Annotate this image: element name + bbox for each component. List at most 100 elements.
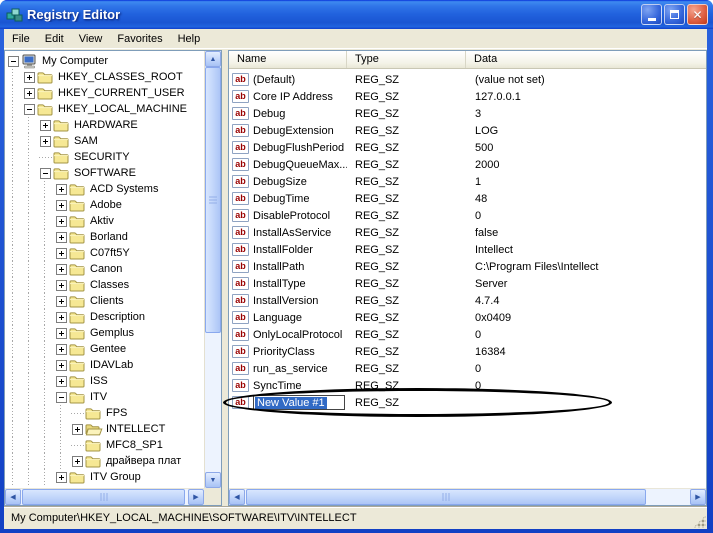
collapse-minus-icon[interactable] [23,103,35,115]
tree-item-description[interactable]: Description [5,309,204,325]
tree-item-sam[interactable]: SAM [5,133,204,149]
expand-plus-icon[interactable] [55,183,67,195]
tree-item-software[interactable]: SOFTWARE [5,165,204,181]
scroll-up-button[interactable]: ▲ [205,51,221,67]
close-button[interactable]: ✕ [687,4,708,25]
registry-value-row[interactable]: ab InstallFolder REG_SZ Intellect [229,241,706,258]
menu-item-help[interactable]: Help [171,30,209,48]
scroll-left-button[interactable]: ◀ [5,489,21,505]
expand-plus-icon[interactable] [23,87,35,99]
registry-value-row[interactable]: ab SyncTime REG_SZ 0 [229,377,706,394]
registry-value-row[interactable]: ab InstallPath REG_SZ C:\Program Files\Inte… [229,258,706,275]
column-header-type[interactable]: Type [347,51,466,68]
registry-value-row[interactable]: ab DebugSize REG_SZ 1 [229,173,706,190]
collapse-minus-icon[interactable] [55,391,67,403]
expand-plus-icon[interactable] [23,71,35,83]
tree-item-hardware[interactable]: HARDWARE [5,117,204,133]
expand-plus-icon[interactable] [55,215,67,227]
tree-item-aktiv[interactable]: Aktiv [5,213,204,229]
expand-plus-icon[interactable] [55,375,67,387]
scroll-down-button[interactable]: ▼ [205,472,221,488]
tree-item-canon[interactable]: Canon [5,261,204,277]
scroll-track[interactable] [205,67,221,472]
registry-value-row[interactable]: ab Debug REG_SZ 3 [229,105,706,122]
titlebar[interactable]: Registry Editor ✕ [0,0,713,29]
scroll-right-button[interactable]: ▶ [188,489,204,505]
registry-value-row[interactable]: ab New Value #1 REG_SZ [229,394,706,411]
expand-plus-icon[interactable] [55,471,67,483]
registry-value-row[interactable]: ab DebugExtension REG_SZ LOG [229,122,706,139]
tree-item-clients[interactable]: Clients [5,293,204,309]
registry-value-row[interactable]: ab DebugTime REG_SZ 48 [229,190,706,207]
expand-plus-icon[interactable] [55,359,67,371]
tree-item-security[interactable]: SECURITY [5,149,204,165]
registry-value-row[interactable]: ab Core IP Address REG_SZ 127.0.0.1 [229,88,706,105]
expand-plus-icon[interactable] [39,119,51,131]
scroll-thumb[interactable] [22,489,185,505]
tree-item-borland[interactable]: Borland [5,229,204,245]
expand-plus-icon[interactable] [55,199,67,211]
tree-item-c07ft5y[interactable]: C07ft5Y [5,245,204,261]
expand-plus-icon[interactable] [55,343,67,355]
expand-plus-icon[interactable] [55,231,67,243]
expand-plus-icon[interactable] [39,135,51,147]
expand-plus-icon[interactable] [55,263,67,275]
scroll-thumb[interactable] [246,489,646,505]
tree-item-hkey-local-machine[interactable]: HKEY_LOCAL_MACHINE [5,101,204,117]
tree-item-itv-group[interactable]: ITV Group [5,469,204,485]
registry-value-row[interactable]: ab PriorityClass REG_SZ 16384 [229,343,706,360]
registry-value-row[interactable]: ab InstallAsService REG_SZ false [229,224,706,241]
registry-value-row[interactable]: ab DebugFlushPeriod REG_SZ 500 [229,139,706,156]
tree-item-intellect[interactable]: INTELLECT [5,421,204,437]
rename-edit-box[interactable]: New Value #1 [253,395,345,410]
tree-item-mfc8-sp1[interactable]: MFC8_SP1 [5,437,204,453]
tree-item-my-computer[interactable]: My Computer [5,53,204,69]
minimize-button[interactable] [641,4,662,25]
scroll-track[interactable] [21,489,188,505]
column-header-name[interactable]: Name [229,51,347,68]
menu-item-edit[interactable]: Edit [38,30,72,48]
expand-plus-icon[interactable] [55,295,67,307]
tree-item-classes[interactable]: Classes [5,277,204,293]
tree-item-hkey-current-user[interactable]: HKEY_CURRENT_USER [5,85,204,101]
registry-value-row[interactable]: ab DebugQueueMax... REG_SZ 2000 [229,156,706,173]
registry-value-row[interactable]: ab InstallVersion REG_SZ 4.7.4 [229,292,706,309]
tree-item-iss[interactable]: ISS [5,373,204,389]
expand-plus-icon[interactable] [55,247,67,259]
tree-vertical-scrollbar[interactable]: ▲ ▼ [204,51,221,488]
tree-item-itv[interactable]: ITV [5,389,204,405]
registry-value-row[interactable]: ab (Default) REG_SZ (value not set) [229,71,706,88]
registry-value-row[interactable]: ab Language REG_SZ 0x0409 [229,309,706,326]
expand-plus-icon[interactable] [55,311,67,323]
tree-item-gentee[interactable]: Gentee [5,341,204,357]
tree-item-idavlab[interactable]: IDAVLab [5,357,204,373]
expand-plus-icon[interactable] [71,455,83,467]
collapse-minus-icon[interactable] [39,167,51,179]
expand-plus-icon[interactable] [55,327,67,339]
scroll-track[interactable] [245,489,690,505]
tree-item[interactable]: драйвера плат [5,453,204,469]
maximize-button[interactable] [664,4,685,25]
menu-item-file[interactable]: File [5,30,38,48]
tree-item-acd-systems[interactable]: ACD Systems [5,181,204,197]
list-horizontal-scrollbar[interactable]: ◀ ▶ [229,488,706,505]
resize-grip[interactable] [693,515,706,528]
collapse-minus-icon[interactable] [7,55,19,67]
tree-item-adobe[interactable]: Adobe [5,197,204,213]
registry-value-row[interactable]: ab OnlyLocalProtocol REG_SZ 0 [229,326,706,343]
tree-item-fps[interactable]: FPS [5,405,204,421]
registry-value-row[interactable]: ab InstallType REG_SZ Server [229,275,706,292]
scroll-left-button[interactable]: ◀ [229,489,245,505]
tree-item-gemplus[interactable]: Gemplus [5,325,204,341]
tree-horizontal-scrollbar[interactable]: ◀ ▶ [5,488,204,505]
scroll-right-button[interactable]: ▶ [690,489,706,505]
tree-item-hkey-classes-root[interactable]: HKEY_CLASSES_ROOT [5,69,204,85]
expand-plus-icon[interactable] [55,279,67,291]
column-header-data[interactable]: Data [466,51,706,68]
menu-item-view[interactable]: View [72,30,111,48]
registry-value-row[interactable]: ab DisableProtocol REG_SZ 0 [229,207,706,224]
registry-value-row[interactable]: ab run_as_service REG_SZ 0 [229,360,706,377]
scroll-thumb[interactable] [205,67,221,333]
menu-item-favorites[interactable]: Favorites [110,30,170,48]
expand-plus-icon[interactable] [71,423,83,435]
